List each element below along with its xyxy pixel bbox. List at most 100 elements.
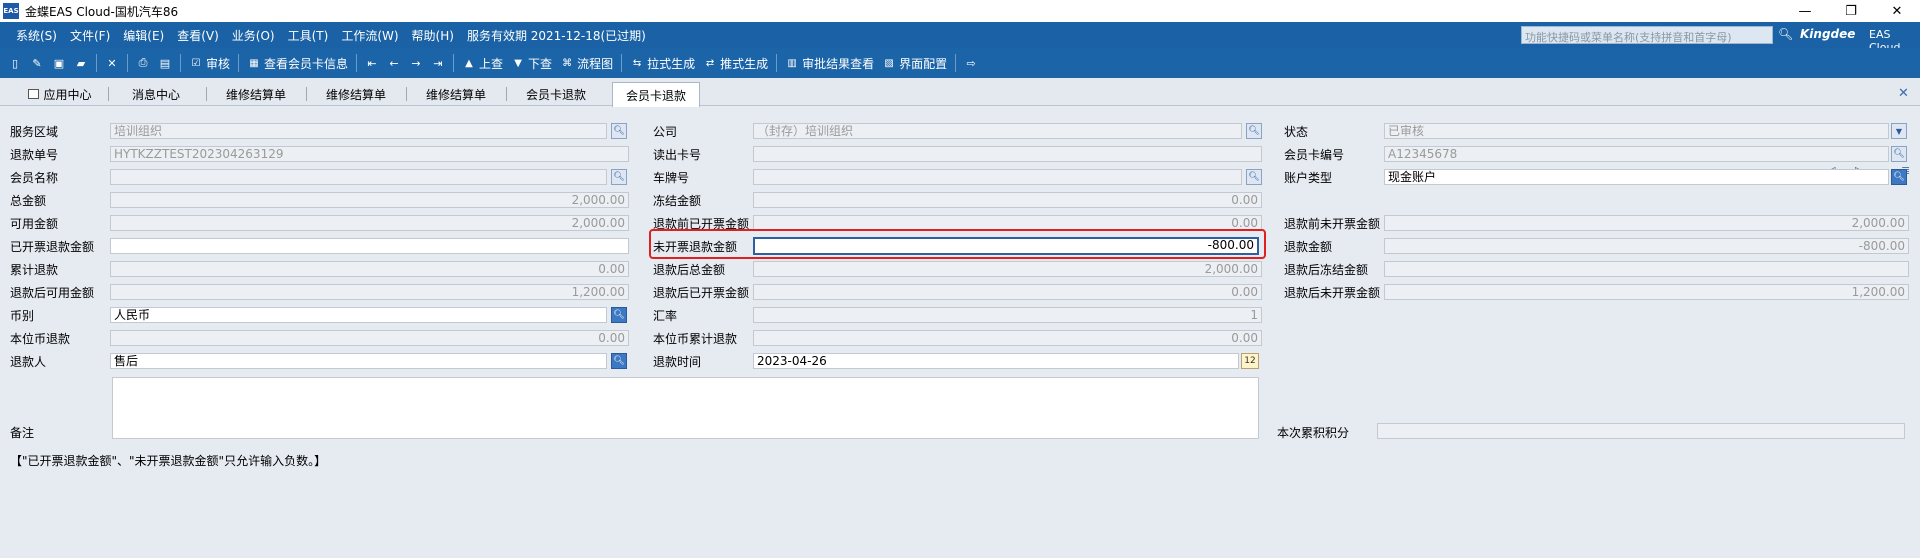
currency-input[interactable]: 人民币 (110, 307, 607, 323)
tab-repair-settlement-2[interactable]: 维修结算单 (316, 82, 396, 106)
member-name-lookup-icon[interactable]: 🔍︎ (611, 169, 627, 185)
delete-icon[interactable]: ✕ (105, 56, 119, 70)
plate-no-field[interactable] (753, 169, 1242, 185)
service-area-label: 服务区域 (10, 125, 59, 139)
available-amount-field[interactable]: 2,000.00 (110, 215, 629, 231)
card-no-lookup-icon[interactable]: 🔍︎ (1891, 146, 1907, 162)
company-field[interactable]: （封存）培训组织 (753, 123, 1242, 139)
pull-generate-button[interactable]: ⇆ 拉式生成 (630, 55, 695, 72)
flowchart-button[interactable]: ⌘ 流程图 (560, 55, 613, 72)
push-generate-icon: ⇄ (705, 57, 715, 69)
exit-icon[interactable]: ⇨ (964, 56, 978, 70)
highlight-box (649, 229, 1266, 259)
currency-lookup-icon[interactable]: 🔍︎ (611, 307, 627, 323)
first-record-icon[interactable]: ⇤ (365, 56, 379, 70)
menu-file[interactable]: 文件(F) (70, 27, 110, 44)
exchange-rate-field[interactable]: 1 (753, 307, 1262, 323)
invoiced-after-field[interactable]: 0.00 (753, 284, 1262, 300)
tab-repair-settlement-3[interactable]: 维修结算单 (416, 82, 496, 106)
tab-divider (206, 87, 207, 101)
account-type-input[interactable]: 现金账户 (1384, 169, 1889, 185)
invoiced-refund-input[interactable] (110, 238, 629, 254)
next-record-icon[interactable]: → (409, 56, 423, 70)
toolbar: ▯ ✎ ▣ ▰ ✕ ⎙ ▤ ☑ 审核 ▦ 查看会员卡信息 ⇤ ← → ⇥ ▲ 上查 ▼… (0, 48, 1920, 78)
tab-card-refund-1[interactable]: 会员卡退款 (516, 82, 596, 106)
app-center-icon (28, 89, 40, 99)
frozen-amount-field[interactable]: 0.00 (753, 192, 1262, 208)
refunder-input[interactable]: 售后 (110, 353, 607, 369)
trace-up-icon: ▲ (465, 57, 473, 69)
tab-app-center[interactable]: 应用中心 (20, 82, 100, 106)
print-icon[interactable]: ⎙ (136, 56, 150, 70)
submit-icon[interactable]: ▰ (74, 56, 88, 70)
tab-card-refund-active[interactable]: 会员卡退款 (612, 82, 700, 107)
remark-textarea[interactable] (112, 377, 1259, 439)
quick-search-input[interactable]: 功能快捷码或菜单名称(支持拼音和首字母) (1521, 26, 1773, 44)
approval-result-button[interactable]: ▥ 审批结果查看 (785, 55, 874, 72)
tab-message-center[interactable]: 消息中心 (116, 82, 196, 106)
member-name-field[interactable] (110, 169, 607, 185)
tab-divider (306, 87, 307, 101)
audit-button[interactable]: ☑ 审核 (189, 55, 231, 72)
frozen-amount-label: 冻结金额 (653, 194, 702, 208)
read-card-no-field[interactable] (753, 146, 1262, 162)
refunder-lookup-icon[interactable]: 🔍︎ (611, 353, 627, 369)
toolbar-divider (180, 54, 181, 72)
local-cumulative-field[interactable]: 0.00 (753, 330, 1262, 346)
view-card-info-button[interactable]: ▦ 查看会员卡信息 (247, 55, 348, 72)
available-after-field[interactable]: 1,200.00 (110, 284, 629, 300)
total-after-field[interactable]: 2,000.00 (753, 261, 1262, 277)
refund-time-label: 退款时间 (653, 355, 702, 369)
menu-workflow[interactable]: 工作流(W) (341, 27, 398, 44)
push-generate-button[interactable]: ⇄ 推式生成 (703, 55, 768, 72)
trace-down-button[interactable]: ▼ 下查 (511, 55, 552, 72)
menu-view[interactable]: 查看(V) (177, 27, 219, 44)
calendar-icon[interactable]: 12 (1241, 353, 1259, 369)
minimize-button[interactable]: — (1782, 0, 1828, 22)
edit-icon[interactable]: ✎ (30, 56, 44, 70)
points-field[interactable] (1377, 423, 1905, 439)
company-lookup-icon[interactable]: 🔍︎ (1246, 123, 1262, 139)
maximize-button[interactable]: ❐ (1828, 0, 1874, 22)
refund-time-input[interactable]: 2023-04-26 (753, 353, 1239, 369)
menu-edit[interactable]: 编辑(E) (123, 27, 164, 44)
menu-business[interactable]: 业务(O) (232, 27, 275, 44)
uninvoiced-before-field[interactable]: 2,000.00 (1384, 215, 1909, 231)
approval-result-icon: ▥ (787, 57, 797, 69)
menu-tools[interactable]: 工具(T) (288, 27, 329, 44)
audit-icon: ☑ (191, 57, 201, 69)
card-no-label: 会员卡编号 (1284, 148, 1345, 162)
ui-config-icon: ▧ (884, 57, 894, 69)
menu-help[interactable]: 帮助(H) (412, 27, 454, 44)
ui-config-button[interactable]: ▧ 界面配置 (882, 55, 947, 72)
frozen-after-field[interactable] (1384, 261, 1909, 277)
tab-close-icon[interactable]: ✕ (1898, 86, 1909, 101)
toolbar-divider (776, 54, 778, 72)
refund-amount-field[interactable]: -800.00 (1384, 238, 1909, 254)
chevron-down-icon[interactable]: ▼ (1891, 123, 1907, 139)
service-area-lookup-icon[interactable]: 🔍︎ (611, 123, 627, 139)
menu-system[interactable]: 系统(S) (16, 27, 57, 44)
card-no-field[interactable]: A12345678 (1384, 146, 1889, 162)
kingdee-logo: Kingdee (1800, 27, 1856, 41)
service-area-field[interactable]: 培训组织 (110, 123, 607, 139)
cumulative-refund-field[interactable]: 0.00 (110, 261, 629, 277)
status-select[interactable]: 已审核 (1384, 123, 1889, 139)
refund-no-field[interactable]: HYTKZZTEST202304263129 (110, 146, 629, 162)
new-icon[interactable]: ▯ (8, 56, 22, 70)
save-icon[interactable]: ▣ (52, 56, 66, 70)
last-record-icon[interactable]: ⇥ (431, 56, 445, 70)
plate-no-lookup-icon[interactable]: 🔍︎ (1246, 169, 1262, 185)
tab-repair-settlement-1[interactable]: 维修结算单 (216, 82, 296, 106)
prev-record-icon[interactable]: ← (387, 56, 401, 70)
search-icon[interactable]: 🔍︎ (1778, 27, 1793, 41)
refund-amount-label: 退款金额 (1284, 240, 1333, 254)
print-preview-icon[interactable]: ▤ (158, 56, 172, 70)
title-bar: EAS 金蝶EAS Cloud-国机汽车86 — ❐ ✕ (0, 0, 1920, 22)
trace-up-button[interactable]: ▲ 上查 (462, 55, 503, 72)
total-amount-field[interactable]: 2,000.00 (110, 192, 629, 208)
account-type-lookup-icon[interactable]: 🔍︎ (1891, 169, 1907, 185)
close-window-button[interactable]: ✕ (1874, 0, 1920, 22)
uninvoiced-after-field[interactable]: 1,200.00 (1384, 284, 1909, 300)
local-refund-field[interactable]: 0.00 (110, 330, 629, 346)
